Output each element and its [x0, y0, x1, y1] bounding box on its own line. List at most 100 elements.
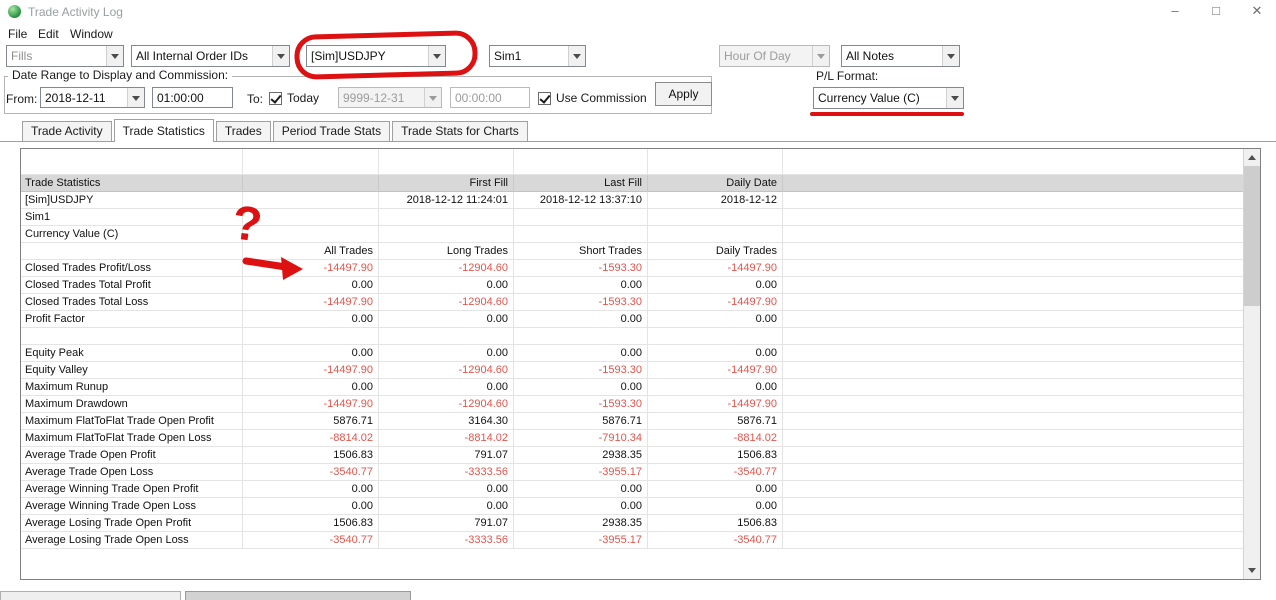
value-cell: [783, 226, 1243, 243]
row-label-cell: [21, 328, 243, 345]
table-row[interactable]: Closed Trades Total Profit 0.00 0.00 0.00 0.…: [21, 277, 1243, 294]
pl-format-combobox[interactable]: Currency Value (C): [813, 87, 964, 109]
table-row[interactable]: [21, 149, 1243, 175]
value-cell: 2018-12-12 11:24:01: [379, 192, 514, 209]
scroll-up-icon[interactable]: [1244, 149, 1260, 166]
value-cell: -1593.30: [514, 260, 648, 277]
value-cell: -12904.60: [379, 362, 514, 379]
table-row[interactable]: Closed Trades Profit/Loss -14497.90 -12904…: [21, 260, 1243, 277]
value-cell: 0.00: [514, 277, 648, 294]
order-ids-combobox[interactable]: All Internal Order IDs: [131, 45, 290, 67]
fills-combobox[interactable]: Fills: [6, 45, 124, 67]
value-cell: 0.00: [648, 277, 783, 294]
value-cell: [783, 277, 1243, 294]
scroll-down-icon[interactable]: [1244, 562, 1260, 579]
value-cell: [783, 328, 1243, 345]
table-row[interactable]: Maximum FlatToFlat Trade Open Profit 5876…: [21, 413, 1243, 430]
table-row[interactable]: [21, 328, 1243, 345]
value-cell: -12904.60: [379, 396, 514, 413]
chevron-down-icon[interactable]: [568, 46, 585, 66]
value-cell: 0.00: [514, 311, 648, 328]
use-commission-checkbox[interactable]: Use Commission: [538, 90, 647, 106]
notes-combobox[interactable]: All Notes: [841, 45, 960, 67]
table-row[interactable]: Profit Factor 0.00 0.00 0.00 0.00: [21, 311, 1243, 328]
from-time-field[interactable]: [152, 87, 233, 108]
value-cell: [783, 379, 1243, 396]
value-cell: 5876.71: [648, 413, 783, 430]
table-row[interactable]: Currency Value (C): [21, 226, 1243, 243]
value-cell: 0.00: [379, 311, 514, 328]
table-row[interactable]: [Sim]USDJPY 2018-12-12 11:24:01 2018-12-12…: [21, 192, 1243, 209]
today-checkbox[interactable]: Today: [269, 90, 319, 106]
table-row[interactable]: Maximum Drawdown -14497.90 -12904.60 -1593.…: [21, 396, 1243, 413]
maximize-icon[interactable]: □: [1209, 3, 1223, 19]
value-cell: -14497.90: [243, 294, 379, 311]
value-cell: 0.00: [243, 498, 379, 515]
value-cell: [783, 175, 1243, 192]
table-row[interactable]: Closed Trades Total Loss -14497.90 -12904.…: [21, 294, 1243, 311]
table-row[interactable]: Sim1: [21, 209, 1243, 226]
table-row[interactable]: Equity Peak 0.00 0.00 0.00 0.00: [21, 345, 1243, 362]
close-icon[interactable]: ✕: [1250, 3, 1264, 19]
value-cell: 2018-12-12: [648, 192, 783, 209]
tab-trade-statistics[interactable]: Trade Statistics: [113, 119, 214, 142]
chevron-down-icon[interactable]: [127, 88, 144, 107]
menu-edit[interactable]: Edit: [38, 27, 59, 41]
menu-window[interactable]: Window: [70, 27, 113, 41]
window-title: Trade Activity Log: [28, 5, 123, 19]
value-cell: [783, 260, 1243, 277]
table-row[interactable]: Trade Statistics First Fill Last Fill Daily…: [21, 175, 1243, 192]
table-row[interactable]: Average Trade Open Loss -3540.77 -3333.56-…: [21, 464, 1243, 481]
table-row[interactable]: Average Winning Trade Open Profit 0.00 0.0…: [21, 481, 1243, 498]
to-time-field: [450, 87, 530, 108]
tab-period-trade-stats[interactable]: Period Trade Stats: [272, 121, 391, 141]
table-row[interactable]: Average Losing Trade Open Profit 1506.83 7…: [21, 515, 1243, 532]
row-label-cell: Average Trade Open Profit: [21, 447, 243, 464]
menu-file[interactable]: File: [8, 27, 27, 41]
chevron-down-icon[interactable]: [106, 46, 123, 66]
value-cell: [243, 192, 379, 209]
tab-trade-activity[interactable]: Trade Activity: [22, 121, 112, 141]
account-value: Sim1: [494, 49, 522, 63]
table-row[interactable]: Equity Valley -14497.90 -12904.60 -1593.30-…: [21, 362, 1243, 379]
row-label-cell: Closed Trades Total Loss: [21, 294, 243, 311]
checkbox-check-icon: [538, 91, 551, 105]
value-cell: [783, 515, 1243, 532]
table-row[interactable]: Maximum Runup 0.00 0.00 0.00 0.00: [21, 379, 1243, 396]
row-label-cell: Closed Trades Total Profit: [21, 277, 243, 294]
vertical-scrollbar[interactable]: [1243, 149, 1260, 579]
order-ids-value: All Internal Order IDs: [136, 49, 249, 63]
row-label-cell: Average Losing Trade Open Profit: [21, 515, 243, 532]
table-row[interactable]: Average Losing Trade Open Loss -3540.77 -3…: [21, 532, 1243, 549]
tab-trade-stats-for-charts[interactable]: Trade Stats for Charts: [392, 121, 528, 141]
value-cell: [783, 192, 1243, 209]
value-cell: 0.00: [648, 345, 783, 362]
minimize-icon[interactable]: –: [1168, 3, 1182, 19]
chevron-down-icon[interactable]: [942, 46, 959, 66]
table-row[interactable]: Average Winning Trade Open Loss 0.00 0.00 0…: [21, 498, 1243, 515]
row-label-cell: Closed Trades Profit/Loss: [21, 260, 243, 277]
value-cell: 0.00: [648, 379, 783, 396]
table-row[interactable]: Maximum FlatToFlat Trade Open Loss -8814.…: [21, 430, 1243, 447]
value-cell: 0.00: [379, 498, 514, 515]
from-date-combobox[interactable]: 2018-12-11: [40, 87, 145, 108]
chevron-down-icon[interactable]: [946, 88, 963, 108]
chevron-down-icon[interactable]: [428, 46, 445, 66]
tab-trades[interactable]: Trades: [215, 121, 271, 141]
value-cell: [514, 149, 648, 175]
value-cell: -3540.77: [648, 532, 783, 549]
chevron-down-icon[interactable]: [272, 46, 289, 66]
trade-statistics-table: Trade Statistics First Fill Last Fill Daily…: [20, 148, 1261, 580]
account-combobox[interactable]: Sim1: [489, 45, 586, 67]
today-label: Today: [287, 91, 320, 105]
value-cell: [243, 175, 379, 192]
value-cell: 0.00: [379, 345, 514, 362]
table-row[interactable]: Average Trade Open Profit 1506.83 791.07 29…: [21, 447, 1243, 464]
table-row[interactable]: All Trades Long Trades Short Trades Daily T…: [21, 243, 1243, 260]
value-cell: 1506.83: [648, 515, 783, 532]
value-cell: -7910.34: [514, 430, 648, 447]
apply-button[interactable]: Apply: [655, 82, 712, 106]
symbol-combobox[interactable]: [Sim]USDJPY: [306, 45, 446, 67]
value-cell: -14497.90: [243, 260, 379, 277]
scrollbar-thumb[interactable]: [1244, 166, 1260, 306]
